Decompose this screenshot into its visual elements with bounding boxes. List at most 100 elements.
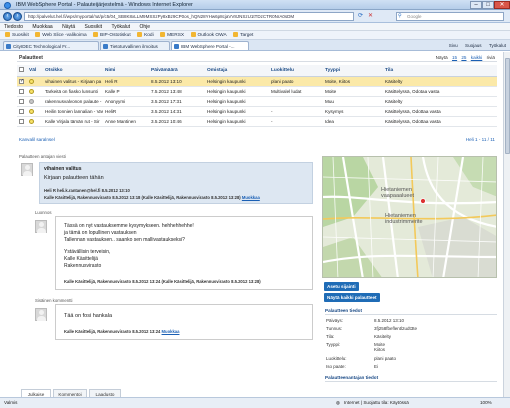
browser-tab-row: CityIDEC Technological Fr... Tietoturval… <box>0 40 510 51</box>
column-header[interactable]: Tyyppi <box>323 65 383 77</box>
reply-message-box: Tässä on nyt vastauksemme kysymykseen. h… <box>55 216 313 290</box>
row-checkbox[interactable] <box>19 118 24 124</box>
row-checkbox[interactable] <box>19 78 24 84</box>
close-window-button[interactable]: ✕ <box>494 1 510 9</box>
column-header[interactable]: Päivämäärä <box>149 65 205 77</box>
address-bar: ‹ › http://palvelut.hel.fi/wps/myportal/… <box>0 10 510 23</box>
forward-icon[interactable]: › <box>13 12 22 21</box>
column-header[interactable]: Otsikko <box>43 65 103 77</box>
scroll-thumb[interactable] <box>505 58 510 154</box>
browser-tab[interactable]: CityIDEC Technological Fr... <box>3 41 99 50</box>
pager-option[interactable]: 25 <box>461 55 466 60</box>
table-row[interactable]: vihainen valitus - Kirjaan pa Heli R 8.5… <box>17 76 497 87</box>
page-icon <box>233 32 239 37</box>
page-menu[interactable]: Sivu <box>449 43 458 48</box>
row-checkbox[interactable] <box>19 108 24 114</box>
pagination-info[interactable]: Heli 1 - 11 / 11 <box>466 137 495 142</box>
search-icon: ⚲ <box>398 13 402 19</box>
page-icon <box>137 32 143 37</box>
browser-tab[interactable]: Tietoturvallinen ilmoitus <box>100 41 170 50</box>
url-input[interactable]: http://palvelut.hel.fi/wps/myportal/!ut/… <box>24 12 354 21</box>
location-map[interactable]: Hietaniemen vaapaaalueet Hietaniemen ind… <box>322 156 497 278</box>
internal-meta: Kalle Käsittelijä, Rakennusvirasto 8.5.2… <box>64 329 180 334</box>
status-dot-icon <box>29 88 34 94</box>
edit-link[interactable]: Muokkaa <box>162 329 180 334</box>
map-graphic: Hietaniemen vaapaaalueet Hietaniemen ind… <box>323 157 496 277</box>
tools-menu[interactable]: Työkalut <box>489 43 506 48</box>
menu-item-view[interactable]: Näytä <box>62 24 75 30</box>
menu-item-help[interactable]: Ohje <box>139 24 150 30</box>
security-zone: Internet | Suojattu tila: Käytössä <box>344 400 409 405</box>
favorite-link[interactable]: MERSX <box>160 31 184 39</box>
table-row[interactable]: rakennusvalvonon palaute - Anonyymi 3.5.… <box>17 96 497 107</box>
avatar <box>35 308 47 321</box>
globe-icon: ◍ <box>336 400 341 405</box>
reply-section-title: Luonnos <box>35 210 52 215</box>
tab-publish[interactable]: Julkaise <box>21 389 51 397</box>
menu-item-file[interactable]: Tiedosto <box>4 24 23 30</box>
column-header[interactable]: Väl <box>27 65 43 77</box>
message-thread: Palautteen antajan viesti vihainen valit… <box>17 154 317 397</box>
favorite-link[interactable]: Outlook OWA <box>190 31 227 39</box>
select-all-checkbox[interactable] <box>17 65 27 77</box>
browser-tab-active[interactable]: IBM WebSphere Portal -... <box>171 41 249 50</box>
feedback-meta: Kalle Käsittelijä, Rakennusvirasto 8.5.2… <box>44 195 260 200</box>
column-header[interactable]: Omistaja <box>205 65 269 77</box>
column-header[interactable]: Luokittelu <box>269 65 323 77</box>
table-row[interactable]: Heilin tonnien lannalian - Vast HeliR 3.… <box>17 106 497 117</box>
column-header[interactable]: Nimi <box>103 65 149 77</box>
search-input[interactable]: Google <box>396 12 504 21</box>
favorites-button[interactable]: Suosikit <box>5 31 29 39</box>
avatar <box>21 163 33 176</box>
feedback-message: Kirjaan palautteen tähän <box>44 175 104 181</box>
favorite-link[interactable]: Kodi <box>137 31 154 39</box>
menu-item-edit[interactable]: Muokkaa <box>32 24 52 30</box>
feedback-section-title: Palautteen antajan viesti <box>19 154 66 159</box>
reply-meta: Kalle Käsittelijä, Rakennusvirasto 8.5.2… <box>64 279 261 284</box>
status-dot-icon <box>29 78 34 84</box>
status-bar: Valmis ◍ Internet | Suojattu tila: Käytö… <box>0 397 510 408</box>
grid-section-title: Palautteet <box>19 55 43 61</box>
minimize-button[interactable]: – <box>470 1 482 9</box>
locate-button[interactable]: Asetu sijainti <box>324 282 359 291</box>
page-icon <box>174 44 179 49</box>
vertical-scrollbar[interactable] <box>503 52 510 397</box>
safety-menu[interactable]: Suojaus <box>465 43 482 48</box>
maximize-button[interactable]: □ <box>482 1 494 9</box>
menu-bar: Tiedosto Muokkaa Näytä Suosikit Työkalut… <box>0 23 510 31</box>
row-checkbox[interactable] <box>19 88 24 94</box>
row-checkbox[interactable] <box>19 98 24 104</box>
menu-item-tools[interactable]: Työkalut <box>111 24 130 30</box>
status-text: Valmis <box>4 400 18 405</box>
back-icon[interactable]: ‹ <box>3 12 12 21</box>
edit-link[interactable]: Muokkaa <box>242 195 260 200</box>
pager-option[interactable]: kaikki <box>471 55 483 60</box>
page-icon <box>35 32 41 37</box>
internal-section-title: Sisäinen kommentti <box>35 298 73 303</box>
tab-quality[interactable]: Laadusto <box>89 389 121 397</box>
show-selected-link[interactable]: Kanvalil saralnsel <box>19 137 55 142</box>
table-row[interactable]: Kalle Virjala tämän rut - Sir Anne Manti… <box>17 116 497 127</box>
portal-content: Palautteet Näytä 15 25 kaikki riviä Väl … <box>0 52 510 397</box>
table-row[interactable]: Tarkeitä on fiasko lunsunti Kalle P 7.5.… <box>17 86 497 97</box>
star-icon <box>5 32 10 37</box>
status-dot-icon <box>29 118 34 124</box>
stop-icon[interactable]: ✕ <box>368 12 373 19</box>
grid-header: Palautteet Näytä 15 25 kaikki riviä <box>17 54 497 62</box>
column-header[interactable]: Tila <box>383 65 497 77</box>
tab-comment[interactable]: Kommentoi <box>53 389 87 397</box>
menu-item-favorites[interactable]: Suosikit <box>85 24 103 30</box>
page-icon <box>93 32 99 37</box>
svg-text:vaapaaalueet: vaapaaalueet <box>381 193 415 199</box>
pager-option[interactable]: 15 <box>452 55 457 60</box>
favorite-link[interactable]: Target <box>233 31 253 39</box>
refresh-icon[interactable]: ⟳ <box>358 12 363 19</box>
sender-section-title: Palautteenantajan tiedot <box>325 375 379 380</box>
feedback-header: vihainen valitus <box>44 166 82 172</box>
zoom-level[interactable]: 100% <box>480 400 492 405</box>
show-all-feedback-button[interactable]: Näytä kaikki palautteet <box>324 293 380 302</box>
grid-pager: Näytä 15 25 kaikki riviä <box>435 55 495 60</box>
internal-comment-box: Tää on fosi hankala Kalle Käsittelijä, R… <box>55 304 313 340</box>
favorite-link[interactable]: BIP-Ostotiskut <box>93 31 131 39</box>
favorite-link[interactable]: Web Slice -valikoima <box>35 31 87 39</box>
